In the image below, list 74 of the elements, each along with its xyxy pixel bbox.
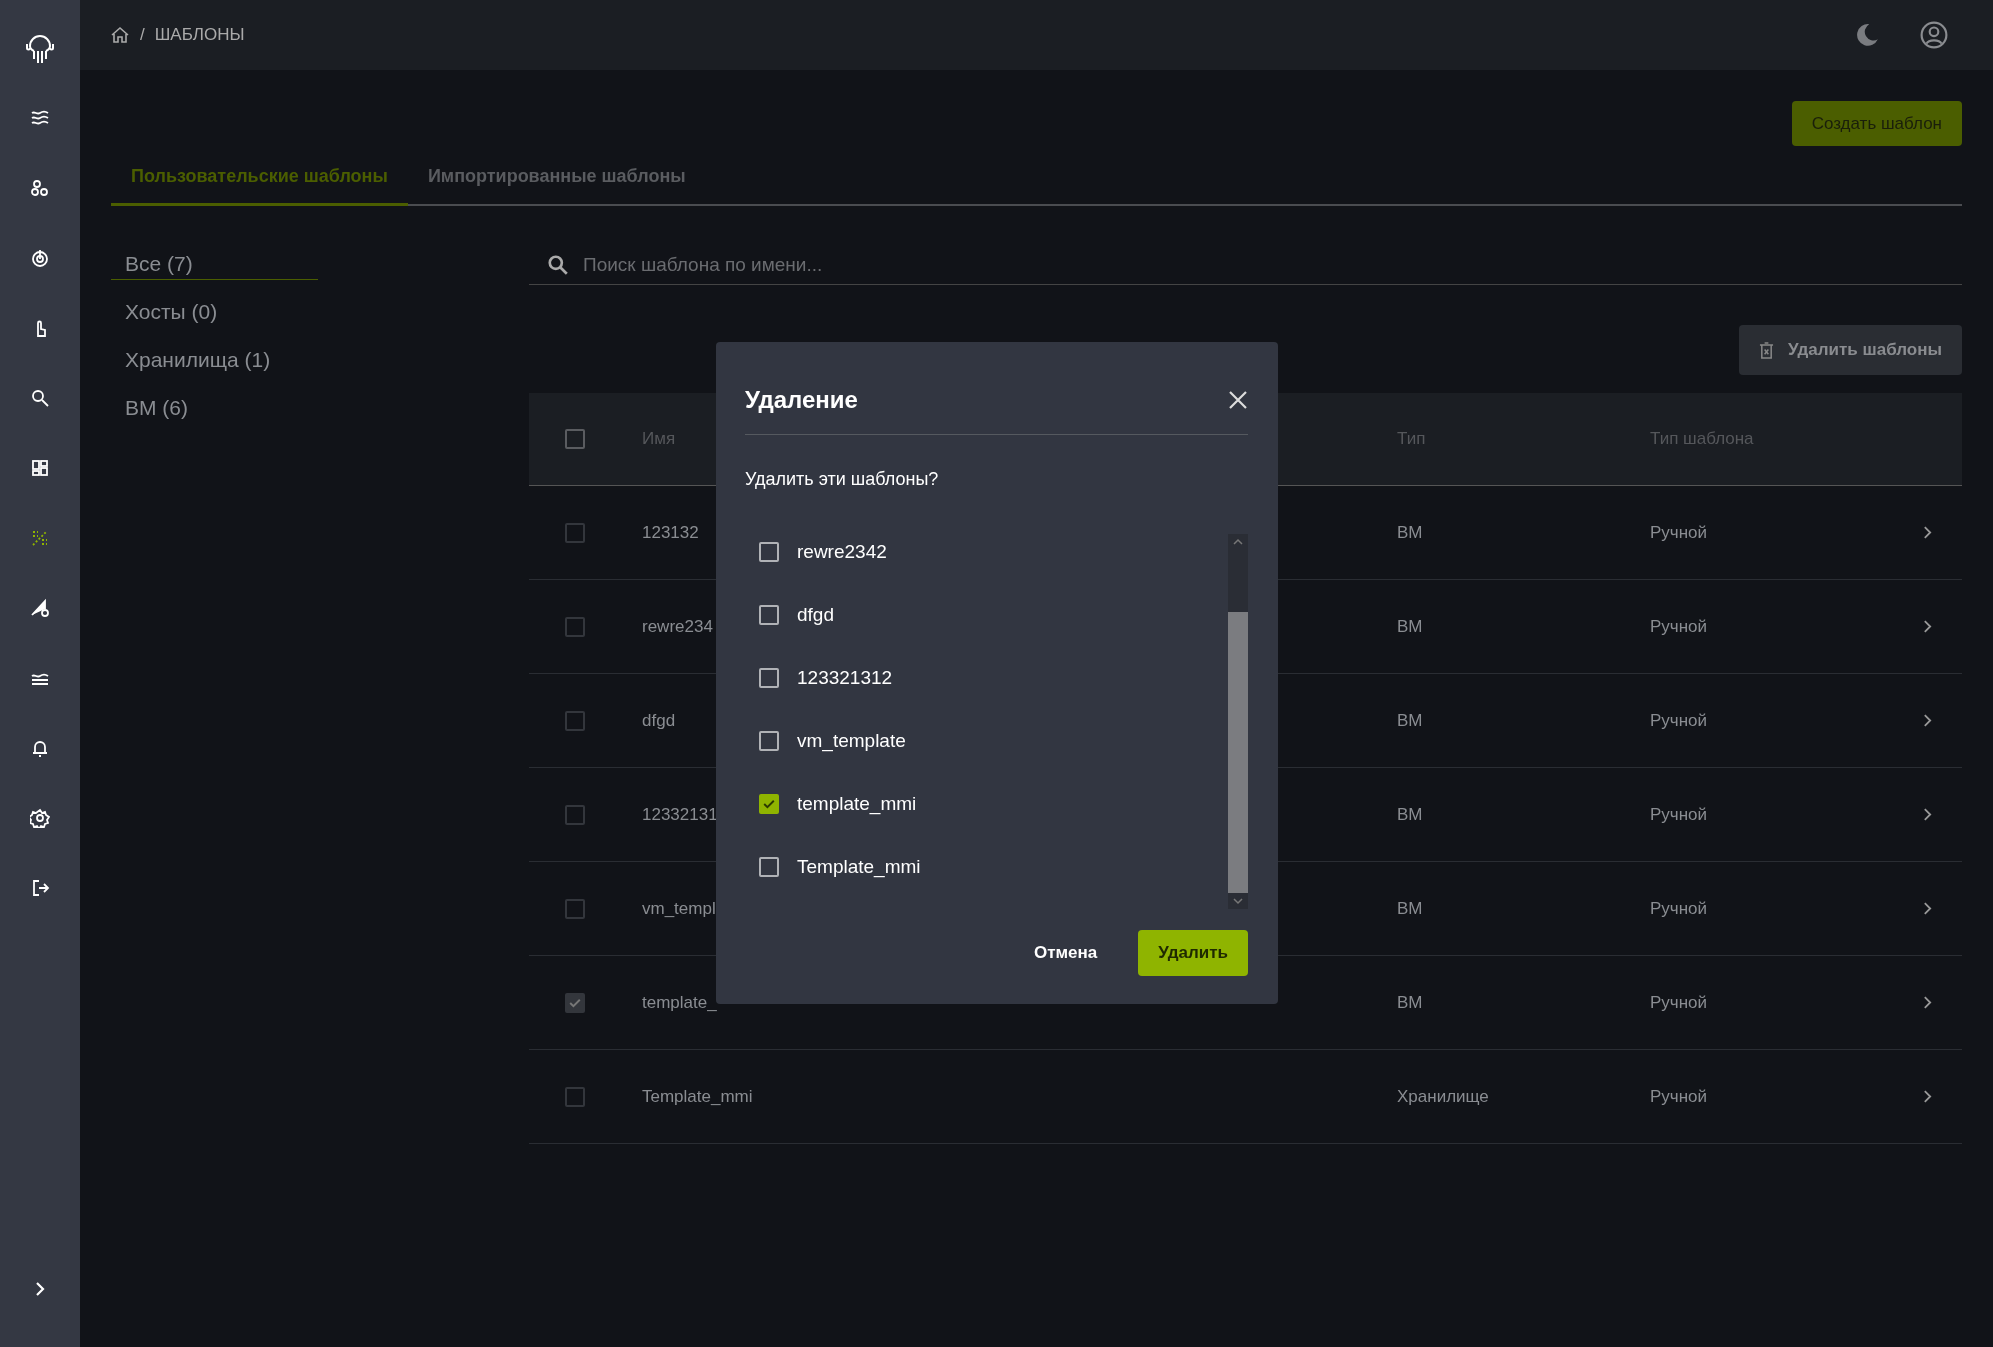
table-cell: rewre234 bbox=[642, 616, 713, 636]
table-cell: vm_templ bbox=[642, 898, 716, 918]
home-icon[interactable] bbox=[110, 25, 130, 45]
item-label: dfgd bbox=[797, 604, 834, 626]
confirm-delete-button[interactable]: Удалить bbox=[1138, 930, 1248, 976]
dialog-question: Удалить эти шаблоны? bbox=[745, 469, 940, 490]
moon-icon[interactable] bbox=[1854, 22, 1880, 48]
table-cell: Ручной bbox=[1650, 804, 1708, 824]
column-header: Тип bbox=[1397, 429, 1426, 448]
scroll-down-icon[interactable] bbox=[1232, 897, 1244, 905]
table-cell: template_ bbox=[642, 992, 717, 1012]
breadcrumb-separator: / bbox=[140, 25, 145, 45]
row-checkbox[interactable] bbox=[565, 804, 585, 825]
trash-icon bbox=[1759, 340, 1775, 360]
table-cell: ВМ bbox=[1397, 616, 1423, 636]
search-field[interactable]: Поиск шаблона по имени... bbox=[581, 253, 1962, 277]
table-cell: ВМ bbox=[1397, 710, 1423, 730]
table-cell: ВМ bbox=[1397, 992, 1423, 1012]
table-cell: dfgd bbox=[642, 710, 676, 730]
item-label: vm_template bbox=[797, 730, 906, 752]
item-checkbox[interactable] bbox=[759, 542, 779, 562]
expand-chevron-icon[interactable] bbox=[34, 1281, 46, 1297]
item-checkbox[interactable] bbox=[759, 668, 779, 688]
row-checkbox[interactable] bbox=[565, 898, 585, 919]
filter-item[interactable]: Хранилища (1) bbox=[111, 348, 318, 376]
row-checkbox[interactable] bbox=[565, 522, 585, 543]
chevron-right-icon[interactable] bbox=[1922, 995, 1932, 1010]
filter-item[interactable]: ВМ (6) bbox=[111, 396, 318, 424]
row-checkbox[interactable] bbox=[565, 992, 585, 1013]
user-icon[interactable] bbox=[1920, 21, 1948, 49]
item-checkbox[interactable] bbox=[759, 857, 779, 877]
table-cell: ВМ bbox=[1397, 898, 1423, 918]
table-cell: Ручной bbox=[1650, 710, 1708, 730]
table-cell: 12332131 bbox=[642, 804, 718, 824]
item-label: Template_mmi bbox=[797, 856, 921, 878]
item-label: 123321312 bbox=[797, 667, 893, 689]
chevron-right-icon[interactable] bbox=[1922, 525, 1932, 540]
chevron-right-icon[interactable] bbox=[1922, 619, 1932, 634]
scroll-up-icon[interactable] bbox=[1232, 538, 1244, 546]
search-icon bbox=[547, 254, 569, 276]
breadcrumb-current: ШАБЛОНЫ bbox=[154, 25, 245, 45]
item-checkbox[interactable] bbox=[759, 794, 779, 814]
scrollbar-thumb[interactable] bbox=[1228, 611, 1248, 893]
dialog-title: Удаление bbox=[745, 386, 858, 414]
item-label: rewre2342 bbox=[797, 541, 887, 563]
item-checkbox[interactable] bbox=[759, 731, 779, 751]
row-checkbox[interactable] bbox=[565, 710, 585, 731]
table-cell: Ручной bbox=[1650, 1086, 1708, 1106]
select-all-checkbox[interactable] bbox=[565, 429, 585, 449]
delete-templates-button[interactable]: Удалить шаблоны bbox=[1739, 325, 1962, 375]
table-cell: Ручной bbox=[1650, 898, 1708, 918]
column-header: Тип шаблона bbox=[1650, 429, 1754, 448]
table-cell: Template_mmi bbox=[642, 1086, 753, 1106]
table-cell: 123132 bbox=[642, 522, 699, 542]
item-checkbox[interactable] bbox=[759, 605, 779, 625]
row-checkbox[interactable] bbox=[565, 1086, 585, 1107]
table-cell: ВМ bbox=[1397, 522, 1423, 542]
chevron-right-icon[interactable] bbox=[1922, 901, 1932, 916]
chevron-right-icon[interactable] bbox=[1922, 713, 1932, 728]
table-cell: Ручной bbox=[1650, 992, 1708, 1012]
settings-icon[interactable] bbox=[28, 806, 52, 830]
close-icon[interactable] bbox=[1228, 390, 1248, 410]
table-cell: Ручной bbox=[1650, 616, 1708, 636]
item-label: template_mmi bbox=[797, 793, 917, 815]
chevron-right-icon[interactable] bbox=[1922, 1089, 1932, 1104]
table-cell: Хранилище bbox=[1397, 1086, 1489, 1106]
table-cell: Ручной bbox=[1650, 522, 1708, 542]
chevron-right-icon[interactable] bbox=[1922, 807, 1932, 822]
filter-item[interactable]: Хосты (0) bbox=[111, 300, 318, 328]
filter-item[interactable]: Все (7) bbox=[111, 252, 318, 280]
row-checkbox[interactable] bbox=[565, 616, 585, 637]
table-cell: ВМ bbox=[1397, 804, 1423, 824]
column-header: Имя bbox=[642, 429, 676, 448]
cancel-button[interactable]: Отмена bbox=[1027, 942, 1104, 964]
